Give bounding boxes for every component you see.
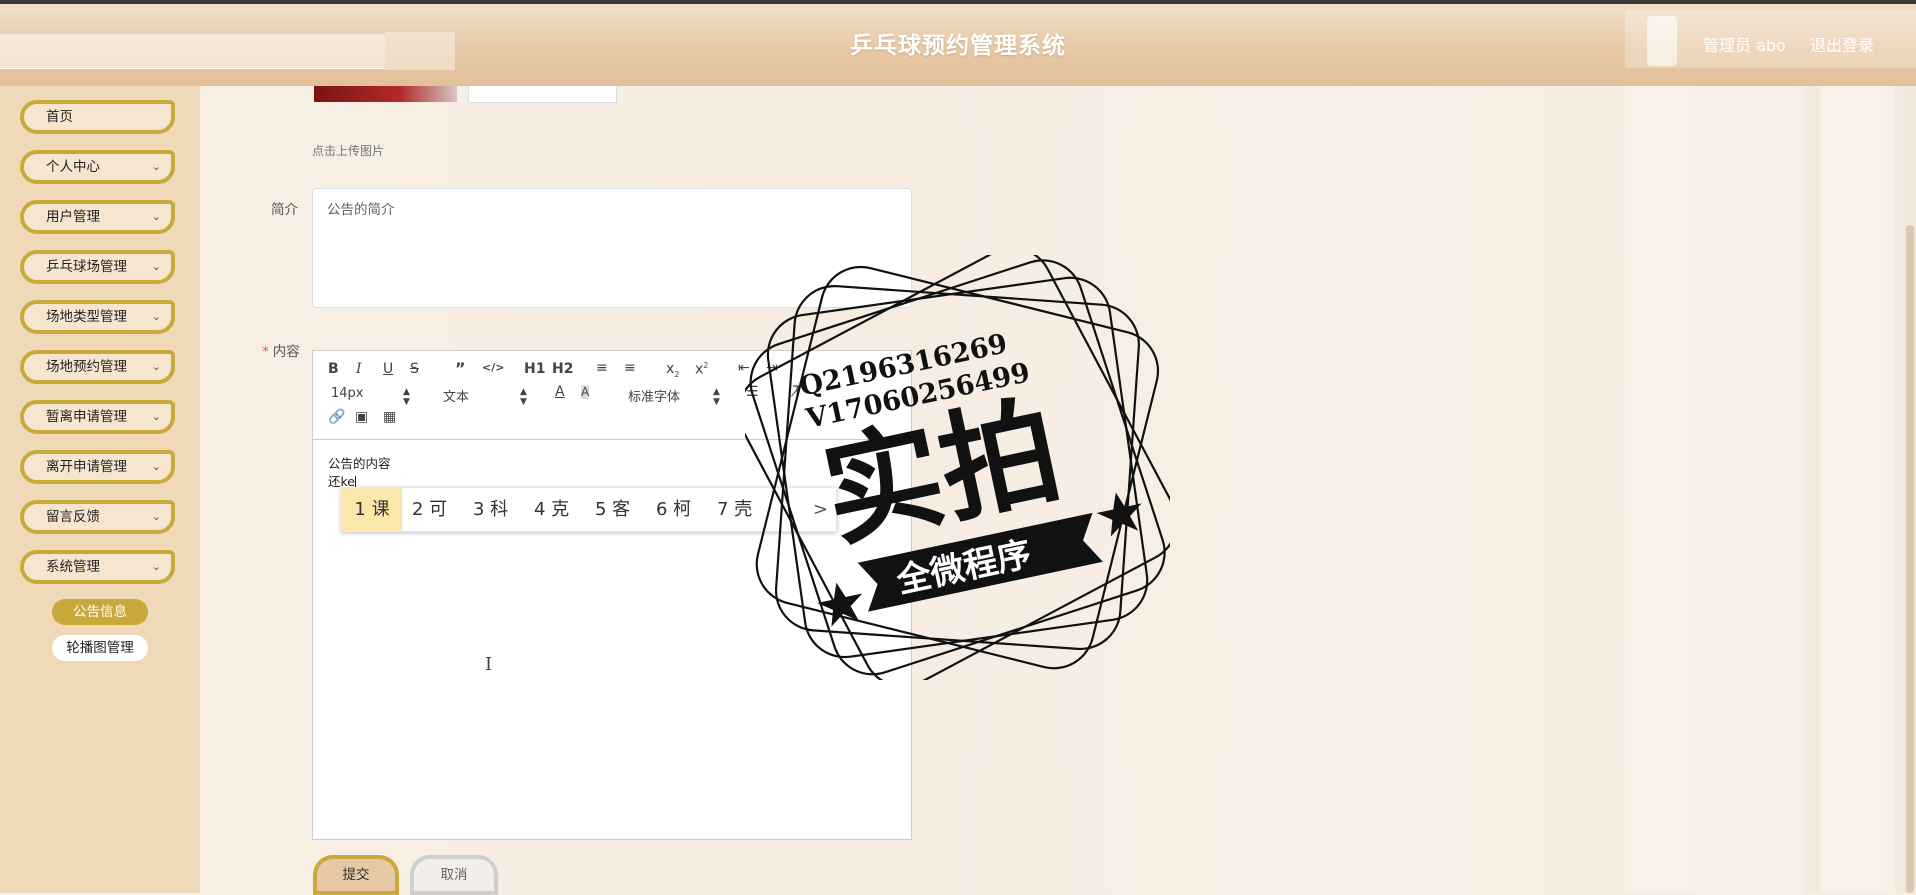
sidebar-item-label: 乒乓球场管理	[46, 259, 127, 275]
sidebar-item-label: 个人中心	[46, 159, 100, 175]
quote-icon[interactable]: ”	[455, 359, 466, 378]
chevron-down-icon: ⌄	[151, 160, 161, 173]
sidebar-item-users[interactable]: 用户管理 ⌄	[20, 200, 175, 234]
chevron-down-icon: ⌄	[151, 410, 161, 423]
sidebar-item-home[interactable]: 首页	[20, 100, 175, 134]
subscript-icon[interactable]: x2	[666, 361, 679, 379]
sidebar-item-feedback[interactable]: 留言反馈 ⌄	[20, 500, 175, 534]
cancel-button[interactable]: 取消	[410, 855, 498, 895]
bold-icon[interactable]: B	[328, 361, 339, 377]
background-color-icon[interactable]: A	[581, 385, 590, 399]
sidebar-item-reservations[interactable]: 场地预约管理 ⌄	[20, 350, 175, 384]
heading1-icon[interactable]: H1	[524, 361, 545, 377]
sidebar-item-label: 离开申请管理	[46, 459, 127, 475]
font-size-select[interactable]: 14px ▲ ▼	[331, 386, 410, 407]
scrollbar-thumb[interactable]	[1906, 225, 1914, 893]
ime-candidate[interactable]: 5 客	[595, 488, 630, 531]
ime-candidate[interactable]: 2 可	[412, 488, 447, 531]
content-label-text: 内容	[272, 344, 300, 360]
sidebar-item-court-types[interactable]: 场地类型管理 ⌄	[20, 300, 175, 334]
upload-box[interactable]	[468, 86, 617, 103]
uploaded-image-thumbnail[interactable]	[314, 86, 457, 102]
sidebar-item-label: 暂离申请管理	[46, 409, 127, 425]
image-icon[interactable]: ▣	[355, 409, 368, 425]
ordered-list-icon[interactable]: ≡	[596, 360, 608, 376]
upload-tip: 点击上传图片	[312, 144, 385, 158]
chevron-down-icon: ⌄	[151, 560, 161, 573]
ime-candidate[interactable]: 4 克	[534, 488, 569, 531]
logout-button[interactable]: 退出登录	[1810, 32, 1874, 56]
code-icon[interactable]: </>	[482, 361, 504, 374]
chevron-down-icon: ⌄	[151, 260, 161, 273]
font-size-value: 14px	[331, 386, 364, 401]
video-icon[interactable]: ▦	[383, 409, 396, 425]
select-arrow-icon: ▲ ▼	[713, 387, 720, 407]
font-family-value: 标准字体	[628, 390, 681, 405]
italic-icon[interactable]: I	[356, 361, 362, 377]
background-decor	[1625, 86, 1805, 893]
block-type-select[interactable]: 文本 ▲ ▼	[443, 386, 527, 407]
sidebar-item-temp-leave[interactable]: 暂离申请管理 ⌄	[20, 400, 175, 434]
font-family-select[interactable]: 标准字体 ▲ ▼	[628, 386, 720, 407]
ime-candidate[interactable]: 6 柯	[656, 488, 691, 531]
intro-label: 简介	[271, 202, 298, 218]
system-title: 乒乓球预约管理系统	[850, 33, 1066, 59]
select-arrow-icon: ▲ ▼	[403, 387, 410, 407]
content-text-line: 公告的内容	[328, 456, 391, 471]
chevron-down-icon: ⌄	[151, 210, 161, 223]
required-mark: *	[262, 344, 269, 360]
link-icon[interactable]: 🔗	[328, 409, 345, 425]
submit-button[interactable]: 提交	[313, 855, 399, 895]
sidebar-item-label: 留言反馈	[46, 509, 100, 525]
ime-candidate[interactable]: 3 科	[473, 488, 508, 531]
sidebar-subitem-announcements[interactable]: 公告信息	[52, 599, 148, 625]
chevron-down-icon: ⌄	[151, 310, 161, 323]
sidebar-item-profile[interactable]: 个人中心 ⌄	[20, 150, 175, 184]
chevron-down-icon: ⌄	[151, 510, 161, 523]
sidebar-item-system[interactable]: 系统管理 ⌄	[20, 550, 175, 584]
block-type-value: 文本	[443, 390, 470, 405]
strikethrough-icon[interactable]: S	[410, 361, 419, 377]
select-arrow-icon: ▲ ▼	[520, 387, 527, 407]
superscript-icon[interactable]: x2	[695, 361, 708, 378]
sidebar-item-label: 场地类型管理	[46, 309, 127, 325]
ime-candidate[interactable]: 1 课	[342, 488, 402, 531]
watermark-stamp: Q2196316269 V17060256499 实拍 全微程序	[745, 255, 1170, 680]
chevron-down-icon: ⌄	[151, 460, 161, 473]
sidebar-item-label: 场地预约管理	[46, 359, 127, 375]
sidebar-item-label: 系统管理	[46, 559, 100, 575]
heading2-icon[interactable]: H2	[552, 361, 573, 377]
sidebar-item-label: 用户管理	[46, 209, 100, 225]
content-label: * 内容	[262, 340, 300, 360]
text-cursor-icon: I	[485, 654, 493, 675]
sidebar-item-leave[interactable]: 离开申请管理 ⌄	[20, 450, 175, 484]
sidebar-subitem-carousel[interactable]: 轮播图管理	[52, 635, 148, 661]
sidebar: 首页 个人中心 ⌄ 用户管理 ⌄ 乒乓球场管理 ⌄ 场地类型管理 ⌄ 场地预约管理 ⌄ 暂…	[0, 86, 200, 893]
chevron-down-icon: ⌄	[151, 360, 161, 373]
font-color-icon[interactable]: A	[555, 384, 565, 400]
background-decor	[1820, 86, 1895, 893]
current-user-label: 管理员 abo	[1703, 36, 1786, 55]
bullet-list-icon[interactable]: ≡	[624, 360, 636, 376]
underline-icon[interactable]: U	[383, 361, 393, 377]
sidebar-item-courts[interactable]: 乒乓球场管理 ⌄	[20, 250, 175, 284]
sidebar-item-label: 首页	[46, 109, 73, 125]
